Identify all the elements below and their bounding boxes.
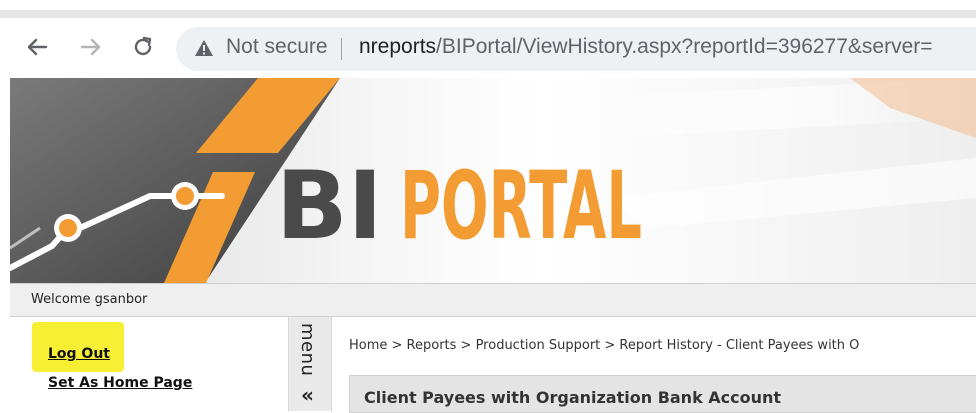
- omnibox-separator: [341, 38, 342, 60]
- back-button[interactable]: [22, 32, 52, 62]
- report-title-panel: Client Payees with Organization Bank Acc…: [349, 375, 976, 413]
- set-home-page-link[interactable]: Set As Home Page: [48, 375, 192, 391]
- circuit-node: [59, 219, 77, 237]
- circuit-node: [176, 187, 194, 205]
- url-host: nreports: [359, 35, 437, 58]
- double-chevron-icon[interactable]: «: [301, 383, 314, 407]
- url-text[interactable]: nreports/BIPortal/ViewHistory.aspx?repor…: [359, 35, 933, 59]
- warning-icon[interactable]: [194, 39, 214, 57]
- browser-toolbar: Not secure nreports/BIPortal/ViewHistory…: [0, 20, 976, 76]
- menu-toggle-bar[interactable]: menu «: [288, 317, 332, 411]
- report-title: Client Payees with Organization Bank Acc…: [364, 388, 782, 407]
- reload-icon: [134, 36, 152, 56]
- breadcrumb: Home > Reports > Production Support > Re…: [349, 338, 860, 353]
- back-arrow-icon: [27, 38, 48, 56]
- welcome-bar: Welcome gsanbor: [10, 283, 976, 317]
- security-status[interactable]: Not secure: [226, 35, 328, 59]
- logo-bi: BI: [276, 152, 383, 261]
- banner-graphic: BI PORTAL: [10, 78, 976, 283]
- forward-arrow-icon: [80, 38, 101, 56]
- url-path: /BIPortal/ViewHistory.aspx?reportId=3962…: [436, 35, 933, 58]
- logout-link[interactable]: Log Out: [48, 346, 110, 362]
- menu-label: menu: [297, 323, 318, 377]
- address-bar[interactable]: Not secure nreports/BIPortal/ViewHistory…: [176, 27, 976, 71]
- forward-button[interactable]: [76, 32, 106, 62]
- reload-button[interactable]: [128, 32, 158, 62]
- logo-portal: PORTAL: [400, 152, 642, 261]
- welcome-text: Welcome gsanbor: [31, 292, 148, 307]
- bi-portal-banner: BI PORTAL: [10, 78, 976, 283]
- sidebar: Log Out Set As Home Page: [10, 317, 288, 411]
- tab-strip: [0, 0, 976, 20]
